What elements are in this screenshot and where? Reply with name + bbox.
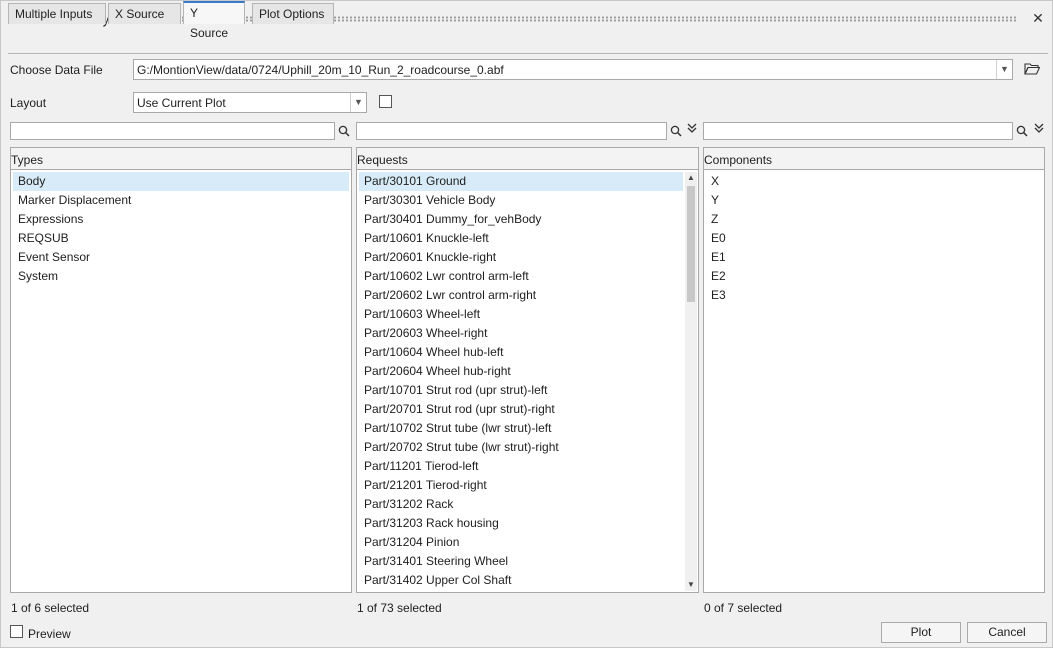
list-item[interactable]: E3 xyxy=(706,286,1042,305)
list-item[interactable]: Part/20604 Wheel hub-right xyxy=(359,362,683,381)
list-item[interactable]: Part/20601 Knuckle-right xyxy=(359,248,683,267)
tab-label: Plot Options xyxy=(259,7,325,21)
components-status: 0 of 7 selected xyxy=(704,601,783,615)
requests-header-label: Requests xyxy=(357,153,408,167)
chevron-down-icon[interactable]: ▼ xyxy=(350,93,366,112)
types-search-input[interactable] xyxy=(10,122,335,140)
list-item[interactable]: Marker Displacement xyxy=(13,191,349,210)
list-item[interactable]: System xyxy=(13,267,349,286)
components-search-input[interactable] xyxy=(703,122,1013,140)
list-item[interactable]: Part/10602 Lwr control arm-left xyxy=(359,267,683,286)
tab-divider xyxy=(8,53,1048,54)
tab-multiple-inputs[interactable]: Multiple Inputs xyxy=(8,3,106,24)
scroll-up-icon[interactable]: ▲ xyxy=(685,172,697,184)
list-item[interactable]: Part/31203 Rack housing xyxy=(359,514,683,533)
list-item[interactable]: Part/20702 Strut tube (lwr strut)-right xyxy=(359,438,683,457)
scroll-down-icon[interactable]: ▼ xyxy=(685,579,697,591)
list-item[interactable]: Expressions xyxy=(13,210,349,229)
types-status: 1 of 6 selected xyxy=(11,601,90,615)
list-item[interactable]: REQSUB xyxy=(13,229,349,248)
tab-plot-options[interactable]: Plot Options xyxy=(252,3,334,24)
layout-combo[interactable]: Use Current Plot ▼ xyxy=(133,92,367,113)
list-item[interactable]: Part/31402 Upper Col Shaft xyxy=(359,571,683,590)
open-folder-icon[interactable] xyxy=(1022,59,1042,79)
components-header: Components xyxy=(704,148,1044,170)
types-header: Types xyxy=(11,148,351,170)
requests-status: 1 of 73 selected xyxy=(357,601,442,615)
requests-scrollbar[interactable]: ▲ ▼ xyxy=(685,172,697,591)
list-item[interactable]: Part/30301 Vehicle Body xyxy=(359,191,683,210)
list-item[interactable]: E2 xyxy=(706,267,1042,286)
list-item[interactable]: Event Sensor xyxy=(13,248,349,267)
search-icon[interactable] xyxy=(335,122,353,140)
list-item[interactable]: Part/10604 Wheel hub-left xyxy=(359,343,683,362)
components-panel: Components X Y Z E0 E1 E2 E3 xyxy=(703,147,1045,593)
requests-panel: Requests Part/30101 Ground Part/30301 Veh… xyxy=(356,147,699,593)
tab-y-source[interactable]: Y Source xyxy=(183,1,245,40)
list-item[interactable]: E0 xyxy=(706,229,1042,248)
list-item[interactable]: E1 xyxy=(706,248,1042,267)
types-header-label: Types xyxy=(11,153,44,167)
types-list: Body Marker Displacement Expressions REQSUB… xyxy=(13,172,349,286)
components-search-field[interactable] xyxy=(704,123,1012,139)
layout-label: Layout xyxy=(10,96,47,110)
list-item[interactable]: Part/20602 Lwr control arm-right xyxy=(359,286,683,305)
data-file-label: Choose Data File xyxy=(10,63,103,77)
expand-chevron-icon[interactable] xyxy=(1032,122,1046,140)
list-item[interactable]: Part/10601 Knuckle-left xyxy=(359,229,683,248)
list-item[interactable]: Part/21201 Tierod-right xyxy=(359,476,683,495)
cancel-button[interactable]: Cancel xyxy=(967,622,1047,643)
data-file-combo[interactable]: G:/MontionView/data/0724/Uphill_20m_10_R… xyxy=(133,59,1013,80)
list-item[interactable]: Part/20701 Strut rod (upr strut)-right xyxy=(359,400,683,419)
close-icon[interactable]: ✕ xyxy=(1031,11,1045,25)
tab-label: Y Source xyxy=(190,6,229,40)
list-item[interactable]: Z xyxy=(706,210,1042,229)
types-panel: Types Body Marker Displacement Expressions… xyxy=(10,147,352,593)
expand-chevron-icon[interactable] xyxy=(685,122,699,140)
list-item[interactable]: Part/10702 Strut tube (lwr strut)-left xyxy=(359,419,683,438)
requests-list: Part/30101 Ground Part/30301 Vehicle Body… xyxy=(359,172,683,590)
list-item[interactable]: Part/11201 Tierod-left xyxy=(359,457,683,476)
list-item[interactable]: Part/31401 Steering Wheel xyxy=(359,552,683,571)
components-header-label: Components xyxy=(704,153,773,167)
list-item[interactable]: Y xyxy=(706,191,1042,210)
scroll-thumb[interactable] xyxy=(687,186,695,302)
list-item[interactable]: Part/30401 Dummy_for_vehBody xyxy=(359,210,683,229)
preview-checkbox[interactable] xyxy=(10,625,23,638)
chevron-down-icon[interactable]: ▼ xyxy=(996,60,1012,79)
requests-search-input[interactable] xyxy=(356,122,667,140)
types-search-field[interactable] xyxy=(11,123,334,139)
list-item[interactable]: X xyxy=(706,172,1042,191)
tab-label: Multiple Inputs xyxy=(15,7,93,21)
layout-value: Use Current Plot xyxy=(137,96,226,110)
list-item[interactable]: Part/31202 Rack xyxy=(359,495,683,514)
search-icon[interactable] xyxy=(1013,122,1031,140)
search-icon[interactable] xyxy=(667,122,685,140)
layout-checkbox[interactable] xyxy=(379,95,392,108)
requests-header: Requests xyxy=(357,148,698,170)
plot-button[interactable]: Plot xyxy=(881,622,961,643)
list-item[interactable]: Part/30101 Ground xyxy=(359,172,683,191)
create-curves-dialog: Create Curves by File ✕ Multiple Inputs … xyxy=(0,0,1053,648)
data-file-value: G:/MontionView/data/0724/Uphill_20m_10_R… xyxy=(137,63,504,77)
preview-label: Preview xyxy=(28,627,71,641)
list-item[interactable]: Part/10603 Wheel-left xyxy=(359,305,683,324)
tab-label: X Source xyxy=(115,7,165,21)
tab-x-source[interactable]: X Source xyxy=(108,3,181,24)
components-list: X Y Z E0 E1 E2 E3 xyxy=(706,172,1042,305)
list-item[interactable]: Body xyxy=(13,172,349,191)
requests-search-field[interactable] xyxy=(357,123,666,139)
list-item[interactable]: Part/20603 Wheel-right xyxy=(359,324,683,343)
list-item[interactable]: Part/31204 Pinion xyxy=(359,533,683,552)
list-item[interactable]: Part/10701 Strut rod (upr strut)-left xyxy=(359,381,683,400)
